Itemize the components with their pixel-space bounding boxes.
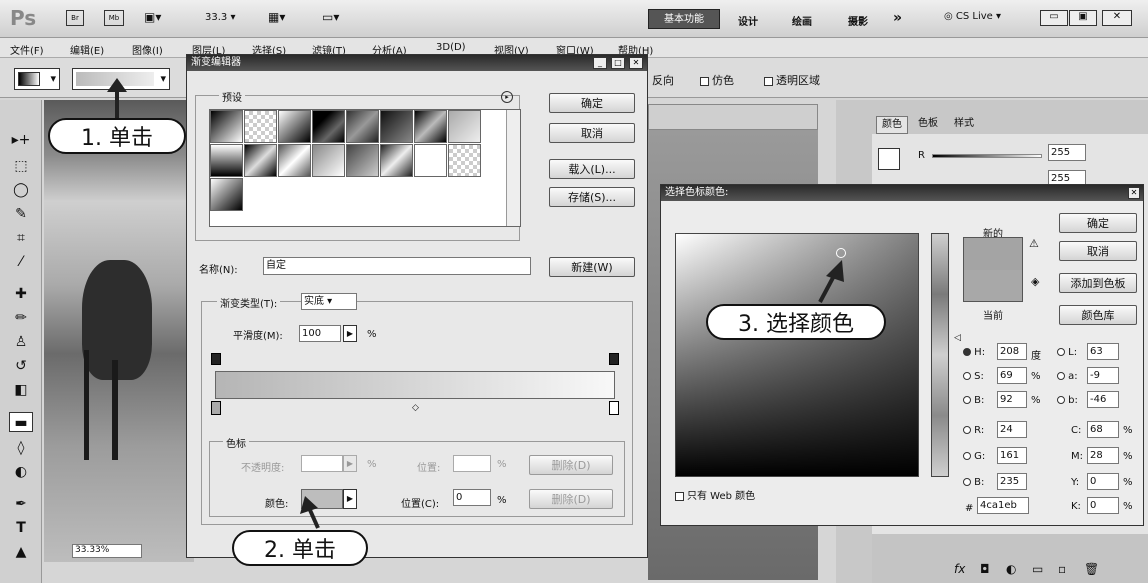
callout-step-1: 1. 单击: [48, 118, 186, 154]
callout-arrows: [107, 78, 844, 529]
arrow-head-1: [107, 78, 127, 92]
callout-step-3: 3. 选择颜色: [706, 304, 886, 340]
arrow-head-3: [826, 260, 844, 282]
callout-step-2: 2. 单击: [232, 530, 368, 566]
arrow-line-2: [308, 509, 320, 529]
